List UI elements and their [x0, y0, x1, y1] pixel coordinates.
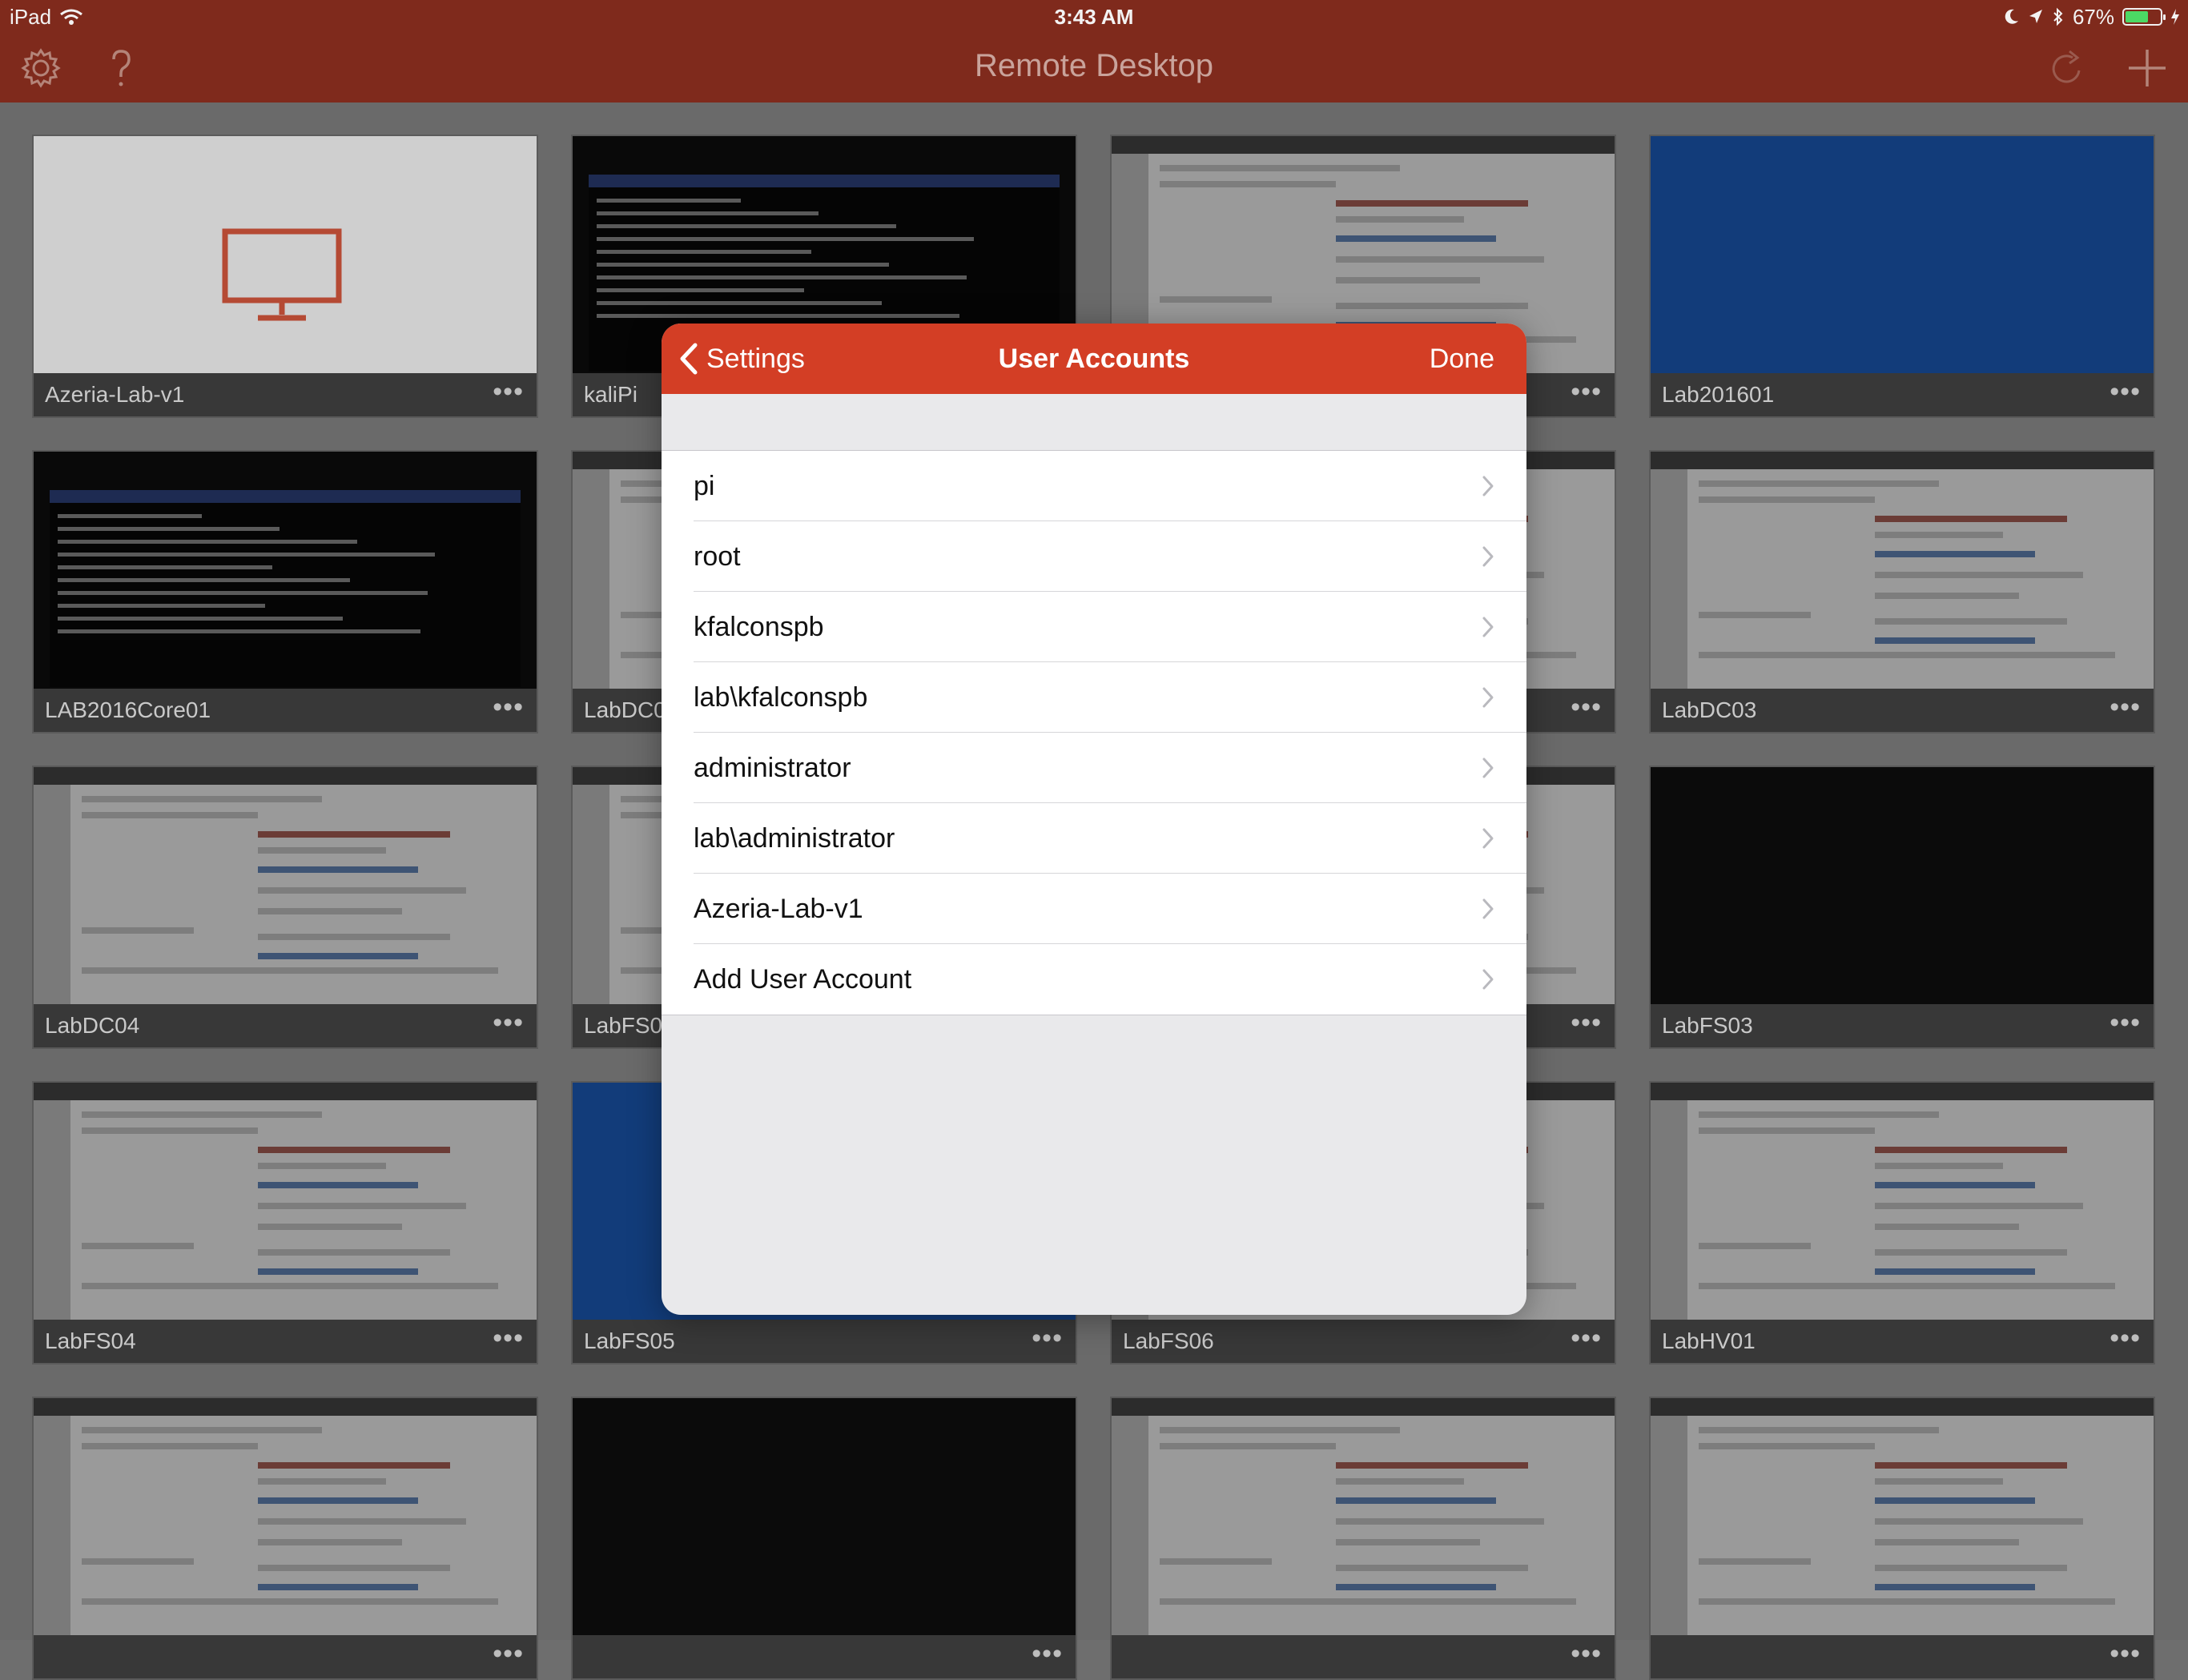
account-row-label: lab\administrator: [694, 823, 895, 854]
chevron-right-icon: [1482, 617, 1494, 637]
desktop-thumbnail: [34, 1398, 537, 1635]
desktop-thumbnail: [1651, 136, 2154, 373]
desktop-thumbnail: [1651, 1083, 2154, 1320]
chevron-right-icon: [1482, 758, 1494, 778]
account-row[interactable]: administrator: [662, 733, 1526, 803]
desktop-tile-label: [1112, 1635, 1615, 1678]
desktop-thumbnail: [1651, 767, 2154, 1004]
account-list: pi root kfalconspb lab\kfalconspb administra…: [662, 450, 1526, 1015]
charging-icon: [2171, 9, 2179, 25]
more-options-icon[interactable]: •••: [1571, 1004, 1602, 1047]
desktop-thumbnail: [1112, 1398, 1615, 1635]
more-options-icon[interactable]: •••: [2110, 373, 2141, 416]
account-row[interactable]: pi: [662, 451, 1526, 521]
desktop-thumbnail: [1651, 452, 2154, 689]
chevron-right-icon: [1482, 546, 1494, 567]
desktop-tile[interactable]: Lab201601 •••: [1649, 135, 2155, 418]
bluetooth-icon: [2053, 7, 2063, 26]
more-options-icon[interactable]: •••: [2110, 689, 2141, 732]
account-row-label: administrator: [694, 753, 851, 783]
more-options-icon[interactable]: •••: [2110, 1004, 2141, 1047]
chevron-right-icon: [1482, 898, 1494, 919]
desktop-tile-label: [1651, 1635, 2154, 1678]
account-row-label: Add User Account: [694, 964, 912, 995]
more-options-icon[interactable]: •••: [2110, 1635, 2141, 1678]
desktop-tile[interactable]: Azeria-Lab-v1 •••: [32, 135, 538, 418]
battery-percent: 67%: [2072, 5, 2114, 29]
desktop-tile-label: [34, 1635, 537, 1678]
add-user-account-row[interactable]: Add User Account: [662, 944, 1526, 1015]
done-button[interactable]: Done: [1430, 324, 1494, 394]
status-time: 3:43 AM: [1054, 5, 1134, 29]
account-row[interactable]: lab\administrator: [662, 803, 1526, 874]
desktop-tile-label: LAB2016Core01: [34, 689, 537, 732]
chevron-right-icon: [1482, 687, 1494, 708]
desktop-tile-label: LabDC04: [34, 1004, 537, 1047]
account-row[interactable]: root: [662, 521, 1526, 592]
desktop-tile[interactable]: •••: [32, 1397, 538, 1680]
desktop-thumbnail: [34, 452, 537, 689]
account-row[interactable]: kfalconspb: [662, 592, 1526, 662]
desktop-tile[interactable]: •••: [1110, 1397, 1616, 1680]
desktop-tile-label: LabHV01: [1651, 1320, 2154, 1363]
desktop-tile[interactable]: LabFS04 •••: [32, 1081, 538, 1364]
more-options-icon[interactable]: •••: [1032, 1635, 1063, 1678]
user-accounts-modal: Settings User Accounts Done pi root kfalco…: [662, 324, 1526, 1315]
more-options-icon[interactable]: •••: [493, 1320, 524, 1363]
desktop-tile-label: [573, 1635, 1076, 1678]
account-row[interactable]: Azeria-Lab-v1: [662, 874, 1526, 944]
account-row-label: Azeria-Lab-v1: [694, 894, 863, 924]
desktop-tile[interactable]: LabDC04 •••: [32, 766, 538, 1049]
modal-header: Settings User Accounts Done: [662, 324, 1526, 394]
more-options-icon[interactable]: •••: [1571, 373, 1602, 416]
chevron-right-icon: [1482, 476, 1494, 496]
battery-fill: [2126, 11, 2148, 22]
account-row[interactable]: lab\kfalconspb: [662, 662, 1526, 733]
chevron-right-icon: [1482, 969, 1494, 990]
battery-icon: [2122, 8, 2166, 26]
moon-icon: [2005, 9, 2018, 24]
page-title: Remote Desktop: [975, 48, 1213, 83]
location-icon: [2029, 10, 2042, 23]
desktop-tile[interactable]: •••: [571, 1397, 1077, 1680]
status-bar: iPad 3:43 AM 67%: [0, 0, 2188, 34]
desktop-thumbnail: [34, 1083, 537, 1320]
desktop-tile[interactable]: LabFS03 •••: [1649, 766, 2155, 1049]
desktop-tile[interactable]: LabHV01 •••: [1649, 1081, 2155, 1364]
more-options-icon[interactable]: •••: [1032, 1320, 1063, 1363]
more-options-icon[interactable]: •••: [493, 373, 524, 416]
more-options-icon[interactable]: •••: [1571, 1320, 1602, 1363]
desktop-tile-label: LabDC03: [1651, 689, 2154, 732]
account-row-label: kfalconspb: [694, 612, 824, 642]
plus-icon[interactable]: [2126, 46, 2169, 90]
desktop-thumbnail: [34, 136, 537, 373]
modal-title: User Accounts: [998, 344, 1190, 374]
account-row-label: lab\kfalconspb: [694, 682, 868, 713]
desktop-tile-label: Lab201601: [1651, 373, 2154, 416]
more-options-icon[interactable]: •••: [1571, 1635, 1602, 1678]
desktop-tile[interactable]: LAB2016Core01 •••: [32, 450, 538, 733]
account-row-label: root: [694, 541, 741, 572]
desktop-tile-label: LabFS03: [1651, 1004, 2154, 1047]
desktop-thumbnail: [1651, 1398, 2154, 1635]
more-options-icon[interactable]: •••: [493, 1004, 524, 1047]
chevron-right-icon: [1482, 828, 1494, 849]
desktop-tile-label: LabFS06: [1112, 1320, 1615, 1363]
refresh-icon[interactable]: [2045, 46, 2089, 90]
desktop-thumbnail: [34, 767, 537, 1004]
desktop-tile[interactable]: •••: [1649, 1397, 2155, 1680]
desktop-thumbnail: [573, 1398, 1076, 1635]
monitor-icon: [222, 228, 342, 321]
more-options-icon[interactable]: •••: [493, 1635, 524, 1678]
desktop-tile[interactable]: LabDC03 •••: [1649, 450, 2155, 733]
desktop-tile-label: LabFS05: [573, 1320, 1076, 1363]
more-options-icon[interactable]: •••: [493, 689, 524, 732]
more-options-icon[interactable]: •••: [2110, 1320, 2141, 1363]
nav-bar: Remote Desktop: [0, 34, 2188, 102]
account-row-label: pi: [694, 471, 715, 501]
top-bar: iPad 3:43 AM 67% Remote Desktop: [0, 0, 2188, 102]
desktop-tile-label: Azeria-Lab-v1: [34, 373, 537, 416]
desktop-tile-label: LabFS04: [34, 1320, 537, 1363]
more-options-icon[interactable]: •••: [1571, 689, 1602, 732]
